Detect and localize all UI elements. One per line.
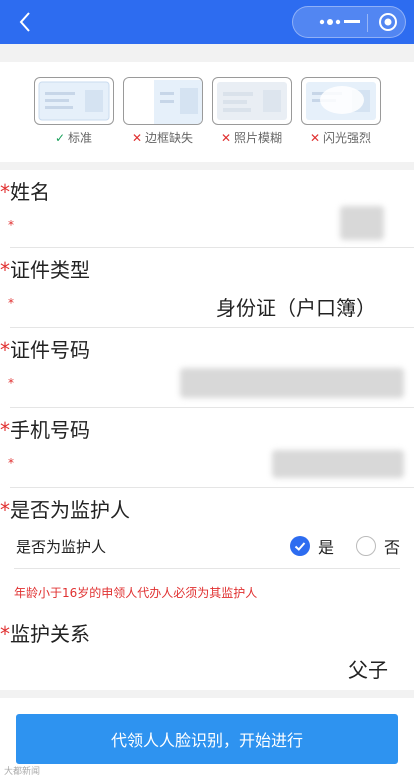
required-mark: * xyxy=(0,338,10,362)
relation-label-text: 监护关系 xyxy=(10,622,90,646)
sample-label: ✓ 标准 xyxy=(34,129,114,146)
sample-label: ✕ 照片模糊 xyxy=(212,129,292,146)
capsule-divider xyxy=(367,14,368,32)
phone-label-text: 手机号码 xyxy=(10,418,90,442)
required-mark: * xyxy=(0,418,10,442)
id-number-field: *证件号码 * xyxy=(0,328,414,408)
id-type-select[interactable]: 身份证（户口簿） xyxy=(216,292,376,321)
watermark: 大都新闻 xyxy=(4,767,41,777)
check-icon: ✓ xyxy=(54,131,66,145)
sample-border-missing: ✕ 边框缺失 xyxy=(122,77,203,146)
radio-yes-label[interactable]: 是 xyxy=(318,534,334,558)
start-face-recognition-button[interactable]: 代领人人脸识别，开始进行 xyxy=(16,714,398,764)
back-arrow-icon[interactable] xyxy=(14,10,38,34)
guardian-field: *是否为监护人 是否为监护人 是 否 年龄小于16岁的申领人代办人必须为其监护人 xyxy=(0,488,414,618)
sample-text: 照片模糊 xyxy=(234,131,283,145)
required-mark: * xyxy=(8,456,14,470)
required-mark: * xyxy=(8,218,14,232)
id-type-label: *证件类型 xyxy=(0,254,90,283)
sample-text: 闪光强烈 xyxy=(323,131,372,145)
photo-samples-card: ✓ 标准 ✕ 边框缺失 ✕ 照片模糊 ✕ 闪光强烈 xyxy=(0,62,414,162)
id-type-label-text: 证件类型 xyxy=(10,258,90,282)
sample-label: ✕ 边框缺失 xyxy=(123,129,203,146)
relation-select[interactable]: 父子 xyxy=(348,654,388,683)
required-mark: * xyxy=(8,376,14,390)
sample-glare: ✕ 闪光强烈 xyxy=(300,77,381,146)
guardian-label: *是否为监护人 xyxy=(0,494,130,523)
id-card-sample-image xyxy=(300,77,381,125)
required-mark: * xyxy=(8,296,14,310)
sample-text: 边框缺失 xyxy=(145,131,194,145)
application-form: *姓名 * *证件类型 * 身份证（户口簿） *证件号码 * *手机号码 * *… xyxy=(0,170,414,690)
minimize-icon[interactable] xyxy=(333,7,370,37)
guardian-question: 是否为监护人 xyxy=(16,538,107,556)
id-card-sample-image xyxy=(33,77,114,125)
guardian-label-text: 是否为监护人 xyxy=(10,498,130,522)
id-number-label-text: 证件号码 xyxy=(10,338,90,362)
sample-text: 标准 xyxy=(68,131,93,145)
nav-bar xyxy=(0,0,414,44)
name-label-text: 姓名 xyxy=(10,180,50,204)
required-mark: * xyxy=(0,622,10,646)
phone-label: *手机号码 xyxy=(0,414,90,443)
close-target-icon[interactable] xyxy=(369,7,406,37)
radio-no[interactable] xyxy=(355,536,376,556)
phone-field: *手机号码 * xyxy=(0,408,414,488)
sample-blurry: ✕ 照片模糊 xyxy=(211,77,292,146)
cross-icon: ✕ xyxy=(131,131,143,145)
sample-standard: ✓ 标准 xyxy=(33,77,114,146)
id-card-sample-image xyxy=(122,77,203,125)
phone-input-redacted[interactable] xyxy=(272,450,404,478)
sample-label: ✕ 闪光强烈 xyxy=(301,129,381,146)
cross-icon: ✕ xyxy=(220,131,232,145)
name-input-redacted[interactable] xyxy=(340,206,384,240)
bottom-action-area: 代领人人脸识别，开始进行 xyxy=(0,698,414,780)
relation-label: *监护关系 xyxy=(0,618,90,647)
cross-icon: ✕ xyxy=(309,131,321,145)
id-number-label: *证件号码 xyxy=(0,334,90,363)
divider xyxy=(14,568,400,569)
name-field: *姓名 * xyxy=(0,170,414,248)
mini-program-capsule xyxy=(292,6,406,38)
id-card-sample-image xyxy=(211,77,292,125)
radio-no-label[interactable]: 否 xyxy=(384,534,400,558)
relation-field: *监护关系 父子 xyxy=(0,614,414,690)
guardian-warning: 年龄小于16岁的申领人代办人必须为其监护人 xyxy=(14,586,258,600)
required-mark: * xyxy=(0,180,10,204)
guardian-radio-group: 是 否 xyxy=(289,534,400,558)
id-number-input-redacted[interactable] xyxy=(180,368,404,398)
id-type-field: *证件类型 * 身份证（户口簿） xyxy=(0,248,414,328)
required-mark: * xyxy=(0,258,10,282)
required-mark: * xyxy=(0,498,10,522)
name-label: *姓名 xyxy=(0,176,50,205)
radio-yes[interactable] xyxy=(289,536,310,556)
